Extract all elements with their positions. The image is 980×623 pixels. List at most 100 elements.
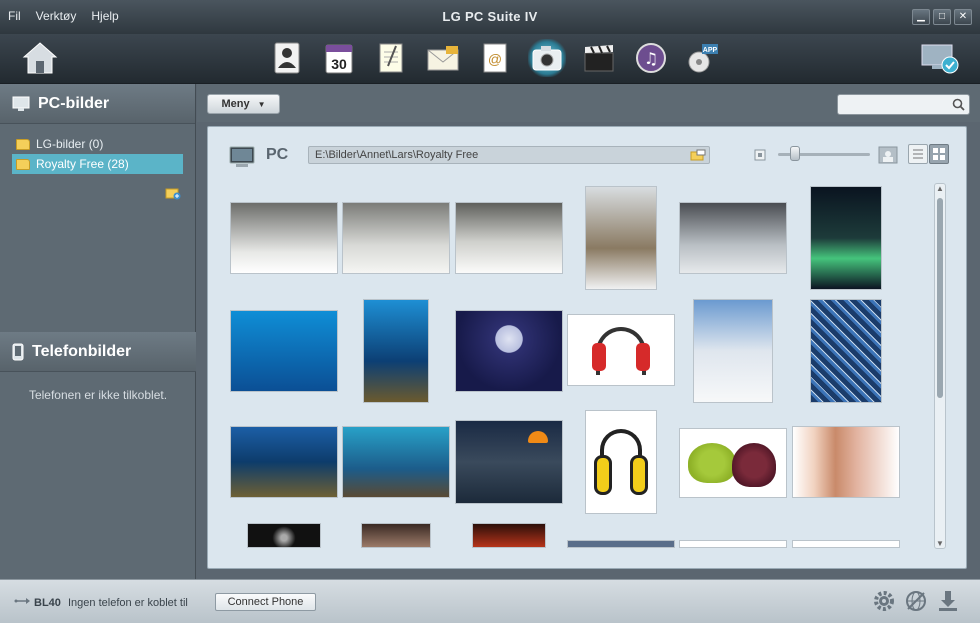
folder-item-selected[interactable]: Royalty Free (28) — [12, 154, 183, 174]
phone-monitor-button[interactable] — [920, 41, 960, 77]
search-icon[interactable] — [952, 98, 965, 111]
window-controls: ▁ □ ✕ — [912, 9, 972, 25]
list-view-icon — [913, 149, 923, 159]
folder-browse-icon[interactable] — [690, 149, 706, 161]
email-button[interactable]: @ — [476, 39, 514, 77]
zoom-small-icon[interactable] — [754, 149, 766, 161]
photo-thumbnail[interactable] — [694, 300, 772, 402]
phone-images-header: Telefonbilder — [0, 332, 196, 372]
video-button[interactable] — [580, 39, 618, 77]
memo-icon — [379, 43, 403, 73]
globe-icon[interactable] — [904, 589, 928, 613]
phone-status-message: Telefonen er ikke tilkoblet. — [28, 388, 168, 402]
photo-gallery: PC E:\Bilder\Annet\Lars\Royalty Free ▲ ▼ — [207, 126, 967, 569]
connection-status: Ingen telefon er koblet til — [68, 597, 188, 609]
feature-toolbar: 30 @ ♫ APP — [268, 39, 722, 77]
headphone-cup — [636, 343, 650, 371]
close-button[interactable]: ✕ — [954, 9, 972, 25]
photo-thumbnail[interactable] — [568, 315, 674, 385]
photo-thumbnail[interactable] — [343, 203, 449, 273]
messages-button[interactable] — [424, 39, 462, 77]
earmuff-cup — [630, 455, 648, 495]
path-text: E:\Bilder\Annet\Lars\Royalty Free — [315, 149, 479, 161]
music-icon: ♫ — [636, 43, 666, 73]
photo-thumbnail[interactable] — [231, 311, 337, 391]
usb-icon — [14, 598, 30, 604]
camera-icon — [532, 46, 562, 71]
photo-thumbnail[interactable] — [456, 421, 562, 503]
music-button[interactable]: ♫ — [632, 39, 670, 77]
search-input[interactable] — [838, 95, 948, 114]
hardhat-image — [528, 431, 548, 443]
search-box — [837, 94, 970, 115]
svg-text:@: @ — [488, 51, 502, 67]
grapes-red — [732, 443, 776, 487]
photo-thumbnail[interactable] — [364, 300, 428, 402]
grid-view-icon — [933, 148, 945, 160]
grapes-green — [688, 443, 736, 483]
add-folder-button[interactable] — [165, 186, 181, 203]
app-cd-icon: APP — [688, 44, 718, 73]
list-view-button[interactable] — [908, 144, 928, 164]
photo-thumbnail[interactable] — [586, 187, 656, 289]
apps-button[interactable]: APP — [684, 39, 722, 77]
device-name: BL40 — [34, 597, 61, 609]
menu-button-label: Meny — [221, 98, 250, 110]
main-toolbar: 30 @ ♫ APP — [0, 34, 980, 84]
download-icon[interactable] — [936, 589, 960, 613]
gear-icon[interactable] — [872, 589, 896, 613]
photo-thumbnail[interactable] — [586, 411, 656, 513]
photo-thumbnail[interactable] — [343, 427, 449, 497]
photo-thumbnail[interactable] — [473, 524, 545, 547]
zoom-slider-thumb[interactable] — [790, 146, 801, 161]
photo-thumbnail[interactable] — [231, 203, 337, 273]
photo-thumbnail[interactable] — [793, 427, 899, 497]
calendar-button[interactable]: 30 — [320, 39, 358, 77]
photo-thumbnail[interactable] — [456, 203, 562, 273]
computer-icon — [229, 146, 255, 167]
photo-thumbnail[interactable] — [680, 429, 786, 497]
photos-button[interactable] — [528, 39, 566, 77]
svg-text:APP: APP — [703, 47, 718, 54]
folder-label: LG-bilder (0) — [36, 137, 104, 151]
zoom-large-icon[interactable] — [878, 146, 898, 164]
chevron-down-icon: ▼ — [257, 99, 266, 109]
left-panel: PC-bilder LG-bilder (0) Royalty Free (28… — [0, 84, 196, 579]
location-label: PC — [266, 146, 289, 163]
photo-thumbnail[interactable] — [231, 427, 337, 497]
photo-thumbnail[interactable] — [811, 300, 881, 402]
app-title: LG PC Suite IV — [442, 9, 538, 24]
scroll-up-icon[interactable]: ▲ — [936, 184, 944, 193]
phone-images-title: Telefonbilder — [32, 342, 132, 360]
connect-phone-button[interactable]: Connect Phone — [215, 593, 316, 611]
contacts-button[interactable] — [268, 39, 306, 77]
photo-thumbnail[interactable] — [362, 524, 430, 547]
add-folder-icon — [165, 188, 181, 200]
photo-thumbnail[interactable] — [248, 524, 320, 547]
content-toolbar: Meny ▼ — [197, 84, 980, 122]
photo-thumbnail[interactable] — [793, 541, 899, 547]
folder-item[interactable]: LG-bilder (0) — [12, 134, 183, 154]
menu-dropdown-button[interactable]: Meny ▼ — [207, 94, 280, 114]
photo-thumbnail[interactable] — [456, 311, 562, 391]
home-button[interactable] — [20, 39, 60, 79]
photo-thumbnail[interactable] — [811, 187, 881, 289]
folder-label: Royalty Free (28) — [36, 157, 129, 171]
photo-thumbnail[interactable] — [680, 203, 786, 273]
memo-button[interactable] — [372, 39, 410, 77]
photo-thumbnail[interactable] — [680, 541, 786, 547]
status-bar: BL40 Ingen telefon er koblet til Connect… — [0, 579, 980, 623]
email-icon: @ — [483, 43, 507, 73]
scroll-down-icon[interactable]: ▼ — [936, 539, 944, 548]
folder-open-icon — [16, 158, 30, 170]
vertical-scrollbar[interactable]: ▲ ▼ — [934, 183, 946, 549]
grid-view-button[interactable] — [929, 144, 949, 164]
title-bar: Fil Verktøy Hjelp LG PC Suite IV ▁ □ ✕ — [0, 0, 980, 34]
scrollbar-thumb[interactable] — [937, 198, 943, 398]
envelope-icon — [427, 46, 459, 71]
path-field[interactable]: E:\Bilder\Annet\Lars\Royalty Free — [308, 146, 710, 164]
maximize-button[interactable]: □ — [933, 9, 951, 25]
minimize-button[interactable]: ▁ — [912, 9, 930, 25]
photo-thumbnail[interactable] — [568, 541, 674, 547]
contacts-icon — [274, 42, 300, 74]
